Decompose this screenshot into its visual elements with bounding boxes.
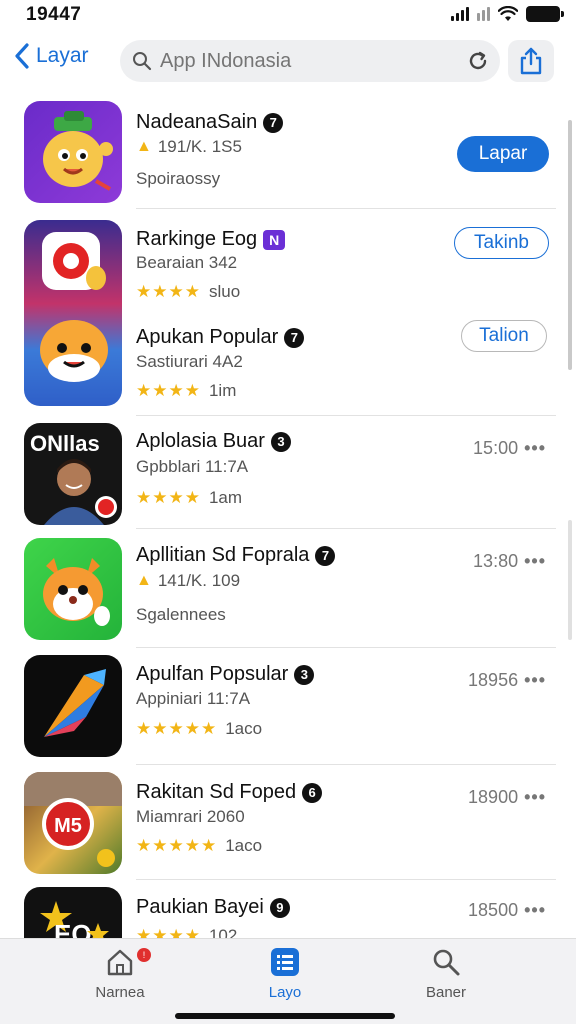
search-icon [433, 949, 460, 976]
app-category: Spoiraossy [136, 169, 221, 188]
star-rating: ★★★★ [136, 381, 201, 400]
count-badge: 7 [315, 545, 336, 566]
status-bar: 19447 [0, 0, 576, 30]
search-box[interactable] [120, 40, 500, 82]
app-rating: ▲ 191/K. 1S5 [136, 137, 242, 156]
app-rating: ★★★★★ 1aco [136, 719, 263, 738]
signal-icon [451, 7, 469, 21]
star-rating: ★★★★★ [136, 719, 218, 738]
list-item[interactable]: Apukan Popular 7 Sastiurari 4A2 ★★★★ 1im… [0, 309, 576, 416]
more-icon[interactable]: ••• [524, 438, 546, 459]
navigation-bar: Layar [0, 36, 576, 86]
tab-label: Narnea [95, 984, 145, 1001]
notification-badge: ! [137, 948, 151, 962]
list-item[interactable]: M5 Rakitan Sd Foped 6 Miamrari 2060 ★★★★… [0, 765, 576, 880]
app-name: NadeanaSain 7 [136, 111, 284, 134]
battery-icon [526, 6, 564, 22]
search-input[interactable] [160, 49, 450, 73]
scrollbar-track [568, 520, 572, 640]
count-badge: 9 [269, 897, 290, 918]
status-time: 19447 [26, 4, 82, 25]
scrollbar[interactable] [568, 120, 572, 370]
app-name: Apukan Popular 7 [136, 326, 305, 349]
app-icon-mascot[interactable] [24, 101, 122, 203]
more-icon[interactable]: ••• [524, 787, 546, 808]
star-rating: ★★★★ [136, 282, 201, 301]
tab-label: Layo [268, 984, 302, 1001]
app-name: Apllitian Sd Foprala 7 [136, 544, 336, 567]
count-badge: 7 [284, 327, 305, 348]
app-subtitle: Gpbblari 11:7A [136, 457, 249, 476]
app-name: Rakitan Sd Foped 6 [136, 781, 323, 804]
app-subtitle: Bearaian 342 [136, 253, 238, 272]
update-time: 13:80 ••• [473, 551, 546, 572]
app-icon-arrow[interactable] [24, 655, 122, 757]
app-name: Rarkinge Eog N [136, 228, 286, 251]
signal-secondary-icon [477, 7, 490, 21]
app-category: Sgalennees [136, 605, 226, 624]
count-badge: 6 [302, 782, 323, 803]
update-time: 18500 ••• [468, 900, 546, 921]
star-rating: ★★★★★ [136, 836, 218, 855]
count-badge: 3 [270, 431, 291, 452]
home-icon [107, 949, 133, 976]
list-item[interactable]: NadeanaSain 7 ▲ 191/K. 1S5 Spoiraossy La… [0, 92, 576, 209]
tab-search[interactable]: Baner [396, 947, 496, 1001]
tab-home[interactable]: Narnea [70, 947, 170, 1001]
list-item[interactable]: Apllitian Sd Foprala 7 ▲ 141/K. 109 Sgal… [0, 529, 576, 648]
update-time: 18956 ••• [468, 670, 546, 691]
app-name: Apulfan Popsular 3 [136, 663, 315, 686]
app-icon-portrait[interactable]: ONllas [24, 423, 122, 525]
tab-bar: Narnea ! Layo Baner [0, 938, 576, 1024]
app-subtitle: Appiniari 11:7A [136, 689, 251, 708]
more-icon[interactable]: ••• [524, 900, 546, 921]
icon-wordmark: M5 [54, 815, 82, 837]
flame-icon: ▲ [136, 572, 152, 589]
icon-wordmark: ONllas [30, 431, 100, 456]
flame-icon: ▲ [136, 138, 152, 155]
list-item[interactable]: ONllas Aplolasia Buar 3 Gpbblari 11:7A ★… [0, 416, 576, 529]
chevron-left-icon [15, 43, 29, 69]
list-icon [271, 948, 299, 976]
app-rating: ★★★★★ 1aco [136, 836, 263, 855]
tab-label: Baner [425, 984, 467, 1001]
get-button[interactable]: Takinb [454, 227, 549, 259]
app-store-screen: 19447 Layar App INdonasia NadeanaSain 7 … [0, 0, 576, 1024]
update-time: 15:00 ••• [473, 438, 546, 459]
status-icons [451, 6, 564, 22]
get-button[interactable]: Talion [461, 320, 547, 352]
app-icon-m5[interactable]: M5 [24, 772, 122, 874]
list-item[interactable]: EO Paukian Bayei 9 ★★★★ 102 18500 ••• [0, 880, 576, 989]
app-icon-fox[interactable] [24, 538, 122, 640]
count-badge: 7 [263, 112, 284, 133]
wifi-icon [498, 6, 518, 21]
more-icon[interactable]: ••• [524, 551, 546, 572]
app-rating: ★★★★ 1im [136, 381, 237, 400]
back-button[interactable]: Layar [14, 42, 89, 70]
app-name: Paukian Bayei 9 [136, 896, 290, 919]
list-item[interactable]: Apulfan Popsular 3 Appiniari 11:7A ★★★★★… [0, 648, 576, 765]
brand-badge: N [263, 229, 286, 250]
reload-icon[interactable] [466, 49, 490, 73]
search-icon [133, 52, 152, 71]
tab-list[interactable]: Layo [235, 947, 335, 1001]
app-subtitle: Sastiurari 4A2 [136, 352, 243, 371]
get-button[interactable]: Lapar [457, 136, 549, 172]
app-rating: ★★★★ 1am [136, 488, 243, 507]
count-badge: 3 [294, 664, 315, 685]
app-rating: ▲ 141/K. 109 [136, 571, 241, 590]
update-time: 18900 ••• [468, 787, 546, 808]
back-label: Layar [36, 44, 89, 67]
share-icon [520, 47, 542, 75]
share-button[interactable] [508, 40, 554, 82]
app-rating: ★★★★ sluo [136, 282, 241, 301]
list-item[interactable]: Rarkinge Eog N Bearaian 342 ★★★★ sluo Ta… [0, 209, 576, 406]
star-rating: ★★★★ [136, 488, 201, 507]
more-icon[interactable]: ••• [524, 670, 546, 691]
app-name: Aplolasia Buar 3 [136, 430, 291, 453]
home-indicator [175, 1013, 395, 1019]
app-subtitle: Miamrari 2060 [136, 807, 245, 826]
